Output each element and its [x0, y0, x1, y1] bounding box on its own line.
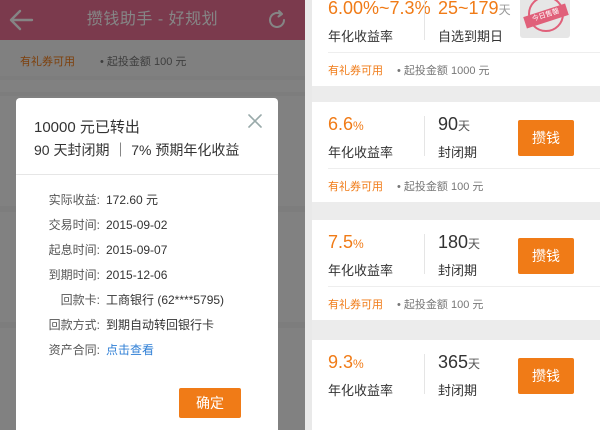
- interest-start-value: 2015-09-07: [106, 243, 168, 257]
- payout-method-value: 到期自动转回银行卡: [106, 318, 215, 332]
- term-label: 封闭期: [438, 383, 478, 398]
- confirm-button[interactable]: 确定: [179, 388, 241, 418]
- divider: [424, 234, 425, 274]
- rate-range: 6.00%~7.3%: [328, 0, 431, 18]
- detail-label: 交易时间:: [48, 218, 100, 232]
- product-card[interactable]: 9.3% 年化收益率 365天 封闭期 攒钱: [312, 340, 600, 430]
- term-range: 25~179天: [438, 0, 511, 18]
- transfer-result-dialog: 10000 元已转出 90 天封闭期 ｜ 7% 预期年化收益 实际收益: 172…: [16, 98, 278, 430]
- divider: [328, 286, 600, 287]
- card-footer: 有礼券可用 • 起投金额 100 元: [328, 181, 484, 193]
- divider: [424, 116, 425, 156]
- detail-label: 资产合同:: [48, 343, 100, 357]
- invest-button[interactable]: 攒钱: [518, 238, 574, 274]
- divider: [16, 174, 278, 175]
- card-footer: 有礼券可用 • 起投金额 100 元: [328, 299, 484, 311]
- rate-label: 年化收益率: [328, 29, 394, 44]
- left-screen: 攒钱助手 - 好规划 有礼券可用 • 起投金额 100 元 10000 元已转出…: [0, 0, 305, 430]
- transaction-date-value: 2015-09-02: [106, 218, 168, 232]
- right-screen: 6.00%~7.3% 年化收益率 25~179天 自选到期日 今日售罄 有礼券可…: [312, 0, 600, 430]
- detail-label: 到期时间:: [48, 268, 100, 282]
- product-card[interactable]: 7.5% 年化收益率 180天 封闭期 攒钱 有礼券可用 • 起投金额 100 元: [312, 220, 600, 320]
- rate-label: 年化收益率: [328, 383, 394, 398]
- dialog-title: 10000 元已转出: [34, 119, 140, 136]
- product-card[interactable]: 6.00%~7.3% 年化收益率 25~179天 自选到期日 今日售罄 有礼券可…: [312, 0, 600, 86]
- actual-earnings-value: 172.60 元: [106, 193, 159, 207]
- term-label: 自选到期日: [438, 29, 504, 44]
- annual-rate: 9.3%: [328, 352, 364, 372]
- annual-rate: 6.6%: [328, 114, 364, 134]
- invest-button[interactable]: 攒钱: [518, 358, 574, 394]
- dialog-subtitle: 90 天封闭期 ｜ 7% 预期年化收益: [34, 142, 240, 158]
- divider: [328, 52, 600, 53]
- rate-label: 年化收益率: [328, 263, 394, 278]
- divider: [424, 354, 425, 394]
- term-label: 封闭期: [438, 145, 478, 160]
- payout-card-value: 工商银行 (62****5795): [106, 293, 225, 307]
- sold-out-stamp-icon: 今日售罄: [520, 0, 570, 38]
- invest-button[interactable]: 攒钱: [518, 120, 574, 156]
- term-label: 封闭期: [438, 263, 478, 278]
- divider: [328, 168, 600, 169]
- view-contract-link[interactable]: 点击查看: [106, 342, 154, 358]
- detail-label: 回款方式:: [48, 318, 100, 332]
- detail-label: 回款卡:: [60, 293, 100, 307]
- term-days: 90天: [438, 114, 471, 134]
- rate-label: 年化收益率: [328, 145, 394, 160]
- card-footer: 有礼券可用 • 起投金额 1000 元: [328, 65, 490, 77]
- term-days: 180天: [438, 232, 481, 252]
- detail-label: 起息时间:: [48, 243, 100, 257]
- close-icon[interactable]: [248, 114, 262, 128]
- annual-rate: 7.5%: [328, 232, 364, 252]
- maturity-date-value: 2015-12-06: [106, 268, 168, 282]
- term-days: 365天: [438, 352, 481, 372]
- detail-label: 实际收益:: [48, 193, 100, 207]
- divider: [424, 0, 425, 40]
- product-card[interactable]: 6.6% 年化收益率 90天 封闭期 攒钱 有礼券可用 • 起投金额 100 元: [312, 102, 600, 202]
